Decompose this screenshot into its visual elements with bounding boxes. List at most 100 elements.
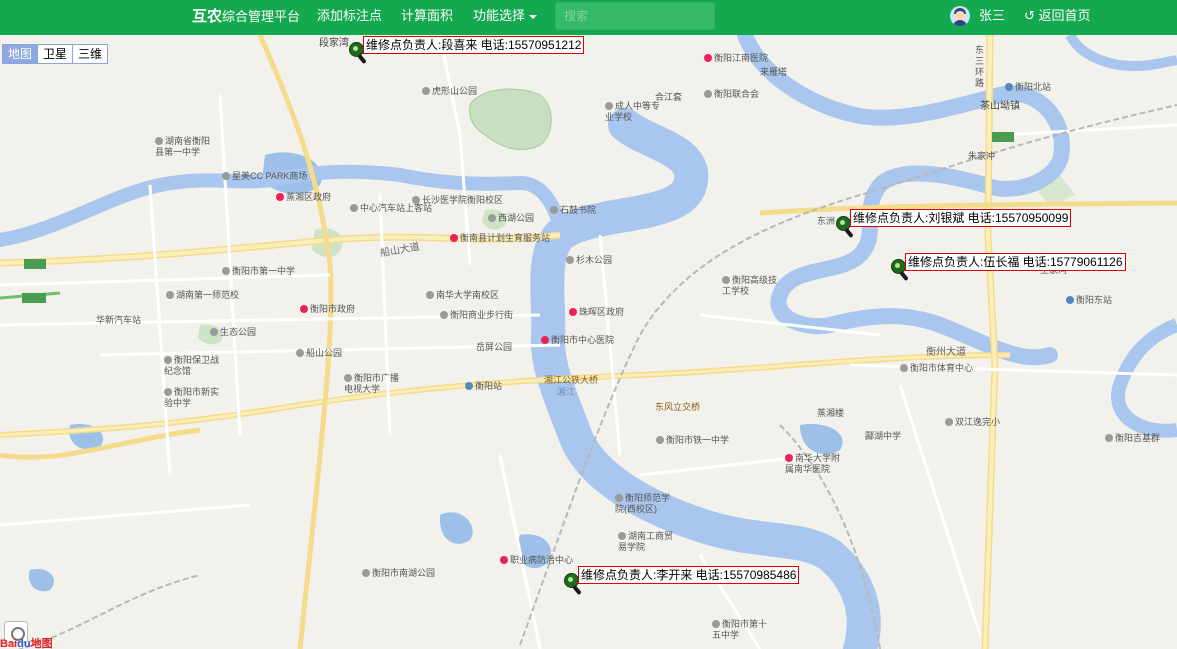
place-label: 石鼓书院 [550,205,596,216]
place-label: 衡阳市新实验中学 [164,387,224,409]
place-label-text: 衡阳站 [475,381,503,391]
bridge-label: 湘江公铁大桥 [544,375,599,385]
search-input[interactable] [555,2,715,30]
park-icon [566,256,574,264]
back-home-button[interactable]: ↺ 返回首页 [1024,0,1091,35]
marker-label[interactable]: 维修点负责人:刘银斌 电话:15570950099 [850,209,1072,227]
school-icon [412,196,420,204]
place-label-text: 湖南省衡阳县第一中学 [155,136,211,157]
place-label: 东风立交桥 [655,402,701,412]
government-icon [276,193,284,201]
hospital-icon [704,54,712,62]
government-icon [569,308,577,316]
place-label-text: 湖南工商贸易学院 [618,531,674,552]
place-label: 衡南县计划生育服务站 [450,233,550,244]
school-icon [656,436,664,444]
place-label: 星美CC PARK商场 [222,171,307,182]
place-label-text: 长沙医学院衡阳校区 [422,195,504,205]
avatar[interactable] [950,6,970,26]
place-label: 茶山坳镇 [980,101,1020,112]
place-label-text: 衡阳市南湖公园 [372,568,436,578]
logo-text-a: Bai [0,638,18,649]
place-label: 长沙医学院衡阳校区 [412,195,503,206]
place-label: 衡阳吉基群 [1105,433,1160,444]
place-label: 衡阳市第一中学 [222,266,295,277]
place-label: 衡阳市政府 [300,304,355,315]
place-label: 衡阳高级技工学校 [722,275,784,297]
marker-pin-stem [899,270,909,282]
marker-label[interactable]: 维修点负责人:伍长福 电话:15779061126 [905,253,1126,271]
stadium-icon [900,364,908,372]
place-label: 虎形山公园 [422,86,477,97]
place-label: 东洲 [817,216,836,226]
place-label-text: 生态公园 [220,327,257,337]
place-label-text: 南华大学附属南华医院 [785,453,841,474]
place-label-text: 衡阳保卫战纪念馆 [164,355,220,376]
nav-function-select-label: 功能选择 [473,8,526,23]
place-label: 南华大学附属南华医院 [785,453,845,475]
nav-function-select[interactable]: 功能选择 [473,0,538,35]
place-label-text: 成人中等专业学校 [605,101,661,122]
map-type-satellite[interactable]: 卫星 [37,45,72,63]
place-label: 酃湖中学 [865,431,902,441]
place-label-text: 衡阳商业步行街 [450,310,514,320]
marker-pin-stem [844,227,854,239]
nav-calc-area[interactable]: 计算面积 [401,0,453,35]
road-label: 衡州大道 [926,347,966,358]
baidu-map-logo: Baidu地图 [0,635,53,649]
place-label-text: 珠晖区政府 [579,307,625,317]
place-label-text: 衡阳联合会 [714,89,760,99]
park-icon [422,87,430,95]
shop-icon [222,172,230,180]
scenic-icon [550,206,558,214]
place-label-text: 衡阳师范学院(西校区) [615,493,671,514]
user-name[interactable]: 张三 [979,0,1005,35]
marker-label[interactable]: 维修点负责人:李开来 电话:15570985486 [578,566,800,584]
map-type-map[interactable]: 地图 [3,45,38,63]
place-label-text: 衡阳市新实验中学 [164,387,220,408]
logo-text-b: du [17,638,31,649]
place-label-text: 衡阳市广播电视大学 [344,373,400,394]
place-label: 湖南工商贸易学院 [618,531,678,553]
brand-bold: 互农 [192,8,223,25]
place-label-text: 杉木公园 [576,255,613,265]
brand-logo[interactable]: 互农综合管理平台 [192,0,300,35]
government-icon [300,305,308,313]
place-label: 衡阳北站 [1005,82,1051,93]
school-icon [222,267,230,275]
place-label-text: 衡阳东站 [1076,295,1113,305]
map-type-3d[interactable]: 三维 [72,45,107,63]
place-label-text: 衡阳北站 [1015,82,1052,92]
river-label: 湘江 [557,387,576,397]
school-icon [426,291,434,299]
place-label: 蒸湘区政府 [276,192,331,203]
marker-label[interactable]: 维修点负责人:段喜来 电话:15570951212 [363,36,585,54]
place-label: 衡阳商业步行街 [440,310,513,321]
station-icon [1066,296,1074,304]
place-label-text: 衡阳江南医院 [714,53,769,63]
road-label: 东三环路 [975,45,985,88]
place-label-text: 西湖公园 [498,213,535,223]
place-label-text: 星美CC PARK商场 [232,171,308,181]
place-label-text: 蒸湘区政府 [286,192,332,202]
school-icon [166,291,174,299]
school-icon [712,620,720,628]
marker-pin-stem [572,584,582,596]
place-label: 衡阳市南湖公园 [362,568,435,579]
hospital-icon [541,336,549,344]
map-canvas[interactable]: 段家湾 衡州大道 蒸湘区政府 衡阳市政府 衡阳站 衡阳市中心医院 珠晖区政府 衡… [0,35,1177,649]
place-label: 衡阳市第十五中学 [712,619,772,641]
place-label: 南华大学南校区 [426,290,499,301]
navbar-inner: 互农综合管理平台 添加标注点 计算面积 功能选择 张三 ↺ 返回首页 [0,0,1177,35]
school-icon [344,374,352,382]
place-label-text: 衡阳市体育中心 [910,363,974,373]
logo-text-c: 地图 [30,638,53,649]
place-label-text: 职业病防治中心 [510,555,574,565]
place-label: 杉木公园 [566,255,612,266]
school-icon [164,388,172,396]
place-label-text: 岳屏公园 [476,342,513,352]
place-label-text: 湖南第一师范校 [176,290,240,300]
school-icon [945,418,953,426]
place-label: 衡阳保卫战纪念馆 [164,355,224,377]
nav-add-marker[interactable]: 添加标注点 [317,0,382,35]
